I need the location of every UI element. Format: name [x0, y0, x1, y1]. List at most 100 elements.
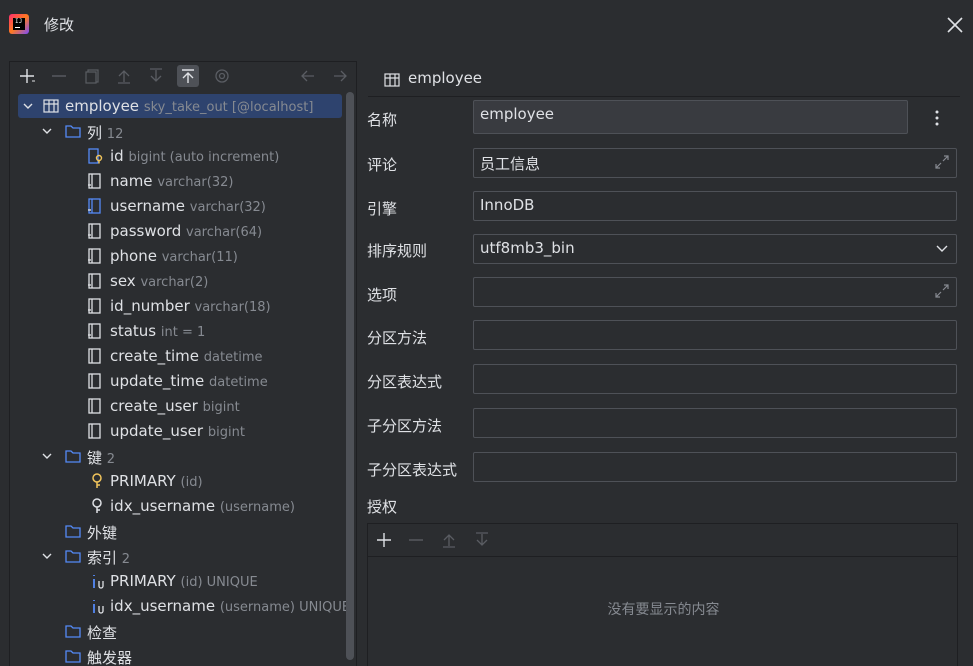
tree-item-column[interactable]: update_user bigint	[10, 419, 346, 443]
arrow-down-icon	[476, 532, 488, 546]
minus-icon	[52, 75, 66, 77]
grants-table: 没有要显示的内容	[367, 523, 958, 666]
folder-label: 键	[87, 449, 103, 467]
tree-item-column[interactable]: status int = 1	[10, 319, 346, 343]
add-button[interactable]	[16, 65, 38, 87]
tree-item-key[interactable]: idx_username (username)	[10, 494, 346, 518]
tree-item-column[interactable]: id bigint (auto increment)	[10, 144, 346, 168]
engine-field[interactable]: InnoDB	[473, 191, 957, 221]
arrow-up-icon	[118, 70, 130, 84]
arrow-up-icon	[443, 534, 455, 548]
options-label: 选项	[367, 286, 398, 304]
tree-folder-columns[interactable]: 列 12	[10, 119, 346, 143]
column-type: varchar(2)	[140, 275, 209, 290]
tree-folder-keys[interactable]: 键 2	[10, 444, 346, 468]
name-value: employee	[480, 105, 555, 123]
not-null-column-icon	[88, 223, 101, 239]
grant-remove-button[interactable]	[405, 529, 427, 551]
expand-icon[interactable]	[934, 154, 950, 170]
tree-item-column[interactable]: id_number varchar(18)	[10, 294, 346, 318]
refresh-button[interactable]	[211, 65, 233, 87]
column-type: int = 1	[160, 325, 206, 340]
expand-icon[interactable]	[934, 283, 950, 299]
column-name: update_time	[110, 372, 205, 390]
folder-count: 2	[121, 552, 131, 567]
column-name: create_user	[110, 397, 198, 415]
grants-toolbar	[368, 524, 957, 557]
column-name: update_user	[110, 422, 204, 440]
comment-field[interactable]: 员工信息	[473, 148, 957, 178]
folder-label: 外键	[87, 524, 118, 542]
tree-item-key[interactable]: PRIMARY (id)	[10, 469, 346, 493]
collation-select[interactable]: utf8mb3_bin	[473, 234, 957, 264]
table-icon	[384, 73, 400, 87]
remove-button[interactable]	[48, 65, 70, 87]
comment-label: 评论	[367, 156, 398, 174]
grant-move-down-button[interactable]	[471, 529, 493, 551]
grant-add-button[interactable]	[373, 529, 395, 551]
tree-item-index[interactable]: PRIMARY (id) UNIQUE	[10, 569, 346, 593]
column-type: varchar(32)	[157, 175, 234, 190]
index-name: idx_username	[110, 597, 216, 615]
copy-button[interactable]	[81, 65, 103, 87]
properties-header: employee	[368, 66, 960, 97]
partition-method-field[interactable]	[473, 320, 957, 350]
tree-node-table[interactable]: employee sky_take_out [@localhost]	[18, 94, 342, 118]
minus-icon	[409, 539, 423, 541]
tree-folder-indexes[interactable]: 索引 2	[10, 544, 346, 568]
move-up-button[interactable]	[113, 65, 135, 87]
not-null-column-icon	[88, 248, 101, 264]
options-field[interactable]	[473, 277, 957, 307]
forward-button[interactable]	[329, 65, 351, 87]
primary-key-column-icon	[88, 148, 103, 164]
tree-folder-triggers[interactable]: 触发器	[10, 644, 346, 666]
not-null-column-icon	[88, 298, 101, 314]
plus-icon	[20, 69, 35, 83]
subpartition-method-label: 子分区方法	[367, 417, 443, 435]
not-null-column-icon	[88, 323, 101, 339]
column-icon	[88, 423, 101, 439]
tree-item-column[interactable]: password varchar(64)	[10, 219, 346, 243]
key-icon	[92, 498, 102, 513]
tree-folder-foreign-keys[interactable]: 外键	[10, 519, 346, 543]
tree-item-column[interactable]: name varchar(32)	[10, 169, 346, 193]
intellij-app-icon: IJ	[9, 14, 29, 34]
comment-value: 员工信息	[480, 155, 541, 173]
key-meta: (username)	[219, 500, 295, 515]
arrow-right-icon	[334, 70, 347, 82]
subpartition-expression-field[interactable]	[473, 452, 957, 482]
not-null-column-icon	[88, 173, 101, 189]
tree-item-column[interactable]: create_user bigint	[10, 394, 346, 418]
grant-move-up-button[interactable]	[438, 529, 460, 551]
column-name: name	[110, 172, 153, 190]
primary-key-icon	[92, 473, 102, 488]
folder-icon	[65, 525, 81, 538]
properties-title: employee	[408, 69, 483, 87]
plus-icon	[377, 533, 391, 547]
column-type: bigint	[202, 400, 240, 415]
move-top-button[interactable]	[177, 65, 199, 87]
close-button[interactable]	[944, 14, 966, 36]
tree-item-column[interactable]: update_time datetime	[10, 369, 346, 393]
move-down-button[interactable]	[145, 65, 167, 87]
more-options-icon[interactable]	[929, 108, 945, 128]
tree-item-column[interactable]: sex varchar(2)	[10, 269, 346, 293]
tree-item-column[interactable]: username varchar(32)	[10, 194, 346, 218]
chevron-down-icon	[936, 245, 948, 252]
tree-folder-checks[interactable]: 检查	[10, 619, 346, 643]
tree-item-index[interactable]: idx_username (username) UNIQUE	[10, 594, 350, 618]
table-name: employee	[65, 97, 140, 115]
column-type: varchar(32)	[189, 200, 266, 215]
subpartition-method-field[interactable]	[473, 408, 957, 438]
tree-scrollbar[interactable]	[346, 92, 354, 666]
title-bar: IJ 修改	[0, 0, 973, 48]
name-field[interactable]: employee	[473, 100, 908, 134]
copy-icon	[85, 69, 99, 84]
back-button[interactable]	[297, 65, 319, 87]
tree-item-column[interactable]: phone varchar(11)	[10, 244, 346, 268]
unique-column-icon	[88, 198, 101, 214]
scrollbar-thumb[interactable]	[346, 92, 354, 660]
column-name: create_time	[110, 347, 200, 365]
partition-expression-field[interactable]	[473, 364, 957, 394]
tree-item-column[interactable]: create_time datetime	[10, 344, 346, 368]
